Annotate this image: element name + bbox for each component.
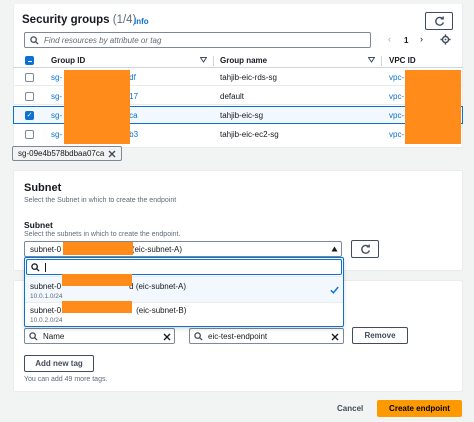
sort-down-icon[interactable] xyxy=(368,57,375,63)
token-label: sg-09e4b578bdbaa07ca xyxy=(18,149,105,158)
subnet-section-title: Subnet xyxy=(24,182,62,194)
cancel-button[interactable]: Cancel xyxy=(337,404,363,413)
selected-subnet-id: subnet-0 xyxy=(30,244,62,254)
table-settings-button[interactable] xyxy=(440,34,451,45)
subnet-field-hint: Select the subnets in which to create th… xyxy=(24,231,181,238)
column-divider xyxy=(213,56,214,66)
refresh-icon xyxy=(360,244,371,255)
table-header: Group ID Group name VPC ID xyxy=(13,54,463,68)
redaction-block xyxy=(405,70,461,144)
redaction-block xyxy=(62,274,132,286)
redaction-block xyxy=(62,301,132,313)
group-name: default xyxy=(220,92,245,101)
caret-up-icon xyxy=(331,246,338,252)
group-name: tahjib-eic-ec2-sg xyxy=(220,130,279,139)
add-new-tag-button[interactable]: Add new tag xyxy=(24,355,94,372)
security-groups-search-input[interactable]: Find resources by attribute or tag xyxy=(24,32,371,48)
clear-icon[interactable] xyxy=(331,333,339,341)
column-header-vpc-id[interactable]: VPC ID xyxy=(389,56,416,65)
subnet-filter-input[interactable] xyxy=(26,259,342,275)
tags-remaining-hint: You can add 49 more tags. xyxy=(24,376,108,383)
search-icon xyxy=(31,262,40,272)
select-all-checkbox[interactable] xyxy=(25,56,34,65)
search-icon xyxy=(29,331,38,341)
clear-icon[interactable] xyxy=(163,333,171,341)
info-link[interactable]: Info xyxy=(134,17,149,26)
group-name: tahjib-eic-rds-sg xyxy=(220,73,277,82)
vpc-id-link[interactable]: vpc- xyxy=(389,73,404,82)
group-name: tahjib-eic-sg xyxy=(220,111,264,120)
remove-tag-button[interactable]: Remove xyxy=(352,327,408,344)
subnet-dropdown: subnet-0 d (eic-subnet-A) 10.0.1.0/24 sub… xyxy=(24,257,344,327)
selected-subnet-name: d (eic-subnet-A) xyxy=(125,244,183,254)
search-icon xyxy=(30,35,39,45)
vpc-id-link[interactable]: vpc- xyxy=(389,111,404,120)
next-page-button[interactable]: › xyxy=(420,34,423,44)
check-icon xyxy=(330,286,339,294)
gear-icon xyxy=(440,34,451,45)
column-header-group-id[interactable]: Group ID xyxy=(51,56,85,65)
page-number[interactable]: 1 xyxy=(404,36,408,45)
row-checkbox[interactable] xyxy=(25,130,34,139)
refresh-subnets-button[interactable] xyxy=(351,240,379,258)
redaction-block xyxy=(64,70,130,144)
column-header-group-name[interactable]: Group name xyxy=(220,56,267,65)
search-icon xyxy=(194,331,203,341)
create-endpoint-button[interactable]: Create endpoint xyxy=(377,400,462,417)
row-checkbox[interactable] xyxy=(25,92,34,101)
redaction-block xyxy=(63,242,133,255)
text-cursor xyxy=(45,262,46,272)
subnet-section-description: Select the Subnet in which to create the… xyxy=(24,197,177,204)
refresh-button[interactable] xyxy=(425,12,453,30)
tag-value-value: eic-test-endpoint xyxy=(208,331,268,341)
vpc-id-link[interactable]: vpc- xyxy=(389,92,404,101)
tag-key-input[interactable]: Name xyxy=(24,328,175,344)
security-groups-title: Security groups (1/4) xyxy=(22,14,137,26)
sort-down-icon[interactable] xyxy=(200,57,207,63)
token-dismiss-button[interactable] xyxy=(108,150,116,158)
search-placeholder: Find resources by attribute or tag xyxy=(44,35,162,45)
subnet-field-label: Subnet xyxy=(24,220,53,230)
row-checkbox[interactable] xyxy=(25,73,34,82)
selection-count: (1/4) xyxy=(112,14,137,26)
tag-key-value: Name xyxy=(43,331,65,341)
prev-page-button[interactable]: ‹ xyxy=(388,34,391,44)
refresh-icon xyxy=(434,16,445,27)
vpc-id-link[interactable]: vpc- xyxy=(389,130,404,139)
column-divider xyxy=(381,56,382,66)
tag-value-input[interactable]: eic-test-endpoint xyxy=(189,328,344,344)
row-checkbox-checked[interactable]: ✓ xyxy=(25,111,34,120)
subnet-option-cidr: 10.0.2.0/24 xyxy=(30,317,63,324)
subnet-option-cidr: 10.0.1.0/24 xyxy=(30,293,63,300)
selected-group-token: sg-09e4b578bdbaa07ca xyxy=(12,146,123,161)
